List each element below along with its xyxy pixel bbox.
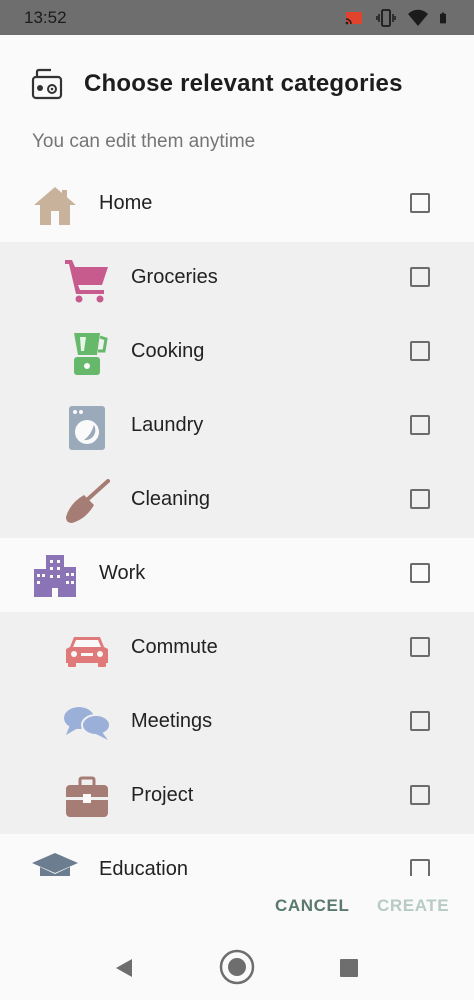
- blender-icon: [74, 333, 108, 375]
- checkbox-groceries[interactable]: [410, 267, 430, 287]
- battery-icon: [440, 12, 446, 24]
- category-row-cleaning[interactable]: Cleaning: [0, 464, 474, 538]
- checkbox-work[interactable]: [410, 563, 430, 583]
- broom-icon: [66, 479, 110, 523]
- category-label: Commute: [131, 636, 218, 658]
- dialog-title: Choose relevant categories: [84, 70, 403, 97]
- category-label: Laundry: [131, 414, 204, 436]
- recents-icon[interactable]: [339, 958, 359, 978]
- category-row-cooking[interactable]: Cooking: [0, 316, 474, 390]
- vibrate-icon: [376, 9, 396, 27]
- category-row-laundry[interactable]: Laundry: [0, 390, 474, 464]
- checkbox-education[interactable]: [410, 859, 430, 876]
- checkbox-cooking[interactable]: [410, 341, 430, 361]
- category-row-groceries[interactable]: Groceries: [0, 242, 474, 316]
- cart-icon: [65, 260, 108, 303]
- create-button[interactable]: CREATE: [377, 896, 449, 916]
- category-label: Education: [99, 858, 188, 876]
- building-icon: [34, 555, 76, 597]
- cast-icon: [345, 12, 362, 25]
- radio-icon: [31, 68, 63, 100]
- category-row-project[interactable]: Project: [0, 760, 474, 834]
- category-label: Cleaning: [131, 488, 210, 510]
- category-row-meetings[interactable]: Meetings: [0, 686, 474, 760]
- category-label: Project: [131, 784, 194, 806]
- checkbox-commute[interactable]: [410, 637, 430, 657]
- washing-machine-icon: [69, 406, 105, 450]
- home-icon: [34, 187, 76, 225]
- checkbox-laundry[interactable]: [410, 415, 430, 435]
- dialog-subtitle: You can edit them anytime: [32, 131, 256, 152]
- checkbox-home[interactable]: [410, 193, 430, 213]
- category-label: Meetings: [131, 710, 213, 732]
- graduation-cap-icon: [32, 853, 78, 876]
- checkbox-meetings[interactable]: [410, 711, 430, 731]
- status-bar: 13:52: [0, 0, 474, 35]
- status-icons: [344, 8, 452, 28]
- navigation-bar: [0, 936, 474, 1000]
- checkbox-project[interactable]: [410, 785, 430, 805]
- category-list[interactable]: Home Groceries Cooking Laundry Cleaning …: [0, 168, 474, 876]
- category-label: Groceries: [131, 266, 218, 288]
- back-icon[interactable]: [114, 958, 134, 978]
- category-label: Work: [99, 562, 146, 584]
- cancel-button[interactable]: CANCEL: [275, 896, 349, 916]
- category-label: Cooking: [131, 340, 205, 362]
- briefcase-icon: [66, 776, 108, 817]
- category-row-education[interactable]: Education: [0, 834, 474, 876]
- category-row-work[interactable]: Work: [0, 538, 474, 612]
- category-label: Home: [99, 192, 153, 214]
- dialog-actions: CANCEL CREATE: [0, 876, 474, 936]
- chat-bubbles-icon: [64, 707, 110, 740]
- category-row-commute[interactable]: Commute: [0, 612, 474, 686]
- home-nav-icon[interactable]: [219, 949, 255, 985]
- category-row-home[interactable]: Home: [0, 168, 474, 242]
- car-icon: [66, 637, 108, 667]
- checkbox-cleaning[interactable]: [410, 489, 430, 509]
- status-time: 13:52: [24, 8, 67, 27]
- wifi-icon: [408, 9, 428, 26]
